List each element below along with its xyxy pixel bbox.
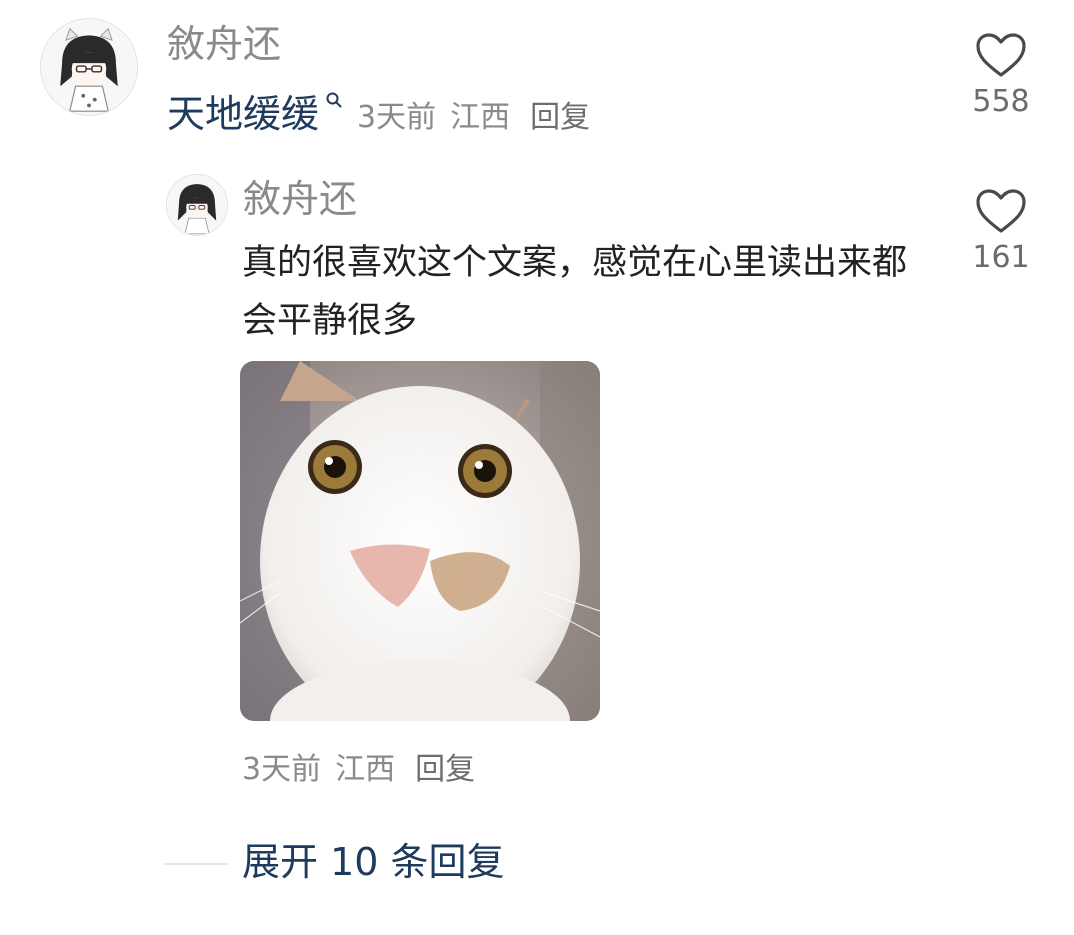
reply-time: 3天前 xyxy=(242,752,322,787)
reply-like-button[interactable]: 161 xyxy=(961,188,1041,276)
reply-text: 真的很喜欢这个文案，感觉在心里读出来都会平静很多 xyxy=(242,243,908,341)
reply-author-avatar[interactable] xyxy=(166,174,228,236)
search-icon[interactable] xyxy=(325,91,343,109)
reply-image-cat-photo[interactable] xyxy=(240,361,600,721)
expand-divider xyxy=(165,863,227,865)
reply-reply-button[interactable]: 回复 xyxy=(415,752,475,788)
comment-thread: 敘舟还 天地缓缓 3天前 江西 回复 558 敘舟还 真的很喜欢这个文案，感觉在… xyxy=(0,0,1074,935)
heart-outline-icon xyxy=(976,189,1026,233)
cat-photo-icon xyxy=(240,361,600,721)
comment-meta-row: 天地缓缓 3天前 江西 回复 xyxy=(167,92,590,136)
heart-outline-icon xyxy=(976,33,1026,77)
mention-link[interactable]: 天地缓缓 xyxy=(167,92,319,136)
comment-reply-button[interactable]: 回复 xyxy=(530,100,590,136)
anime-girl-avatar-icon xyxy=(167,175,227,235)
comment-author-name[interactable]: 敘舟还 xyxy=(167,22,281,66)
reply-author-name[interactable]: 敘舟还 xyxy=(243,177,357,221)
comment-location: 江西 xyxy=(450,100,511,135)
comment-author-avatar[interactable] xyxy=(40,18,138,116)
reply-location: 江西 xyxy=(335,752,396,787)
comment-like-button[interactable]: 558 xyxy=(961,32,1041,120)
reply-meta-row: 3天前 江西 回复 xyxy=(242,752,475,788)
expand-replies-button[interactable]: 展开 10 条回复 xyxy=(242,838,505,886)
anime-girl-avatar-icon xyxy=(41,19,137,115)
comment-time: 3天前 xyxy=(357,100,437,135)
comment-like-count: 558 xyxy=(972,84,1030,119)
reply-like-count: 161 xyxy=(972,240,1030,275)
